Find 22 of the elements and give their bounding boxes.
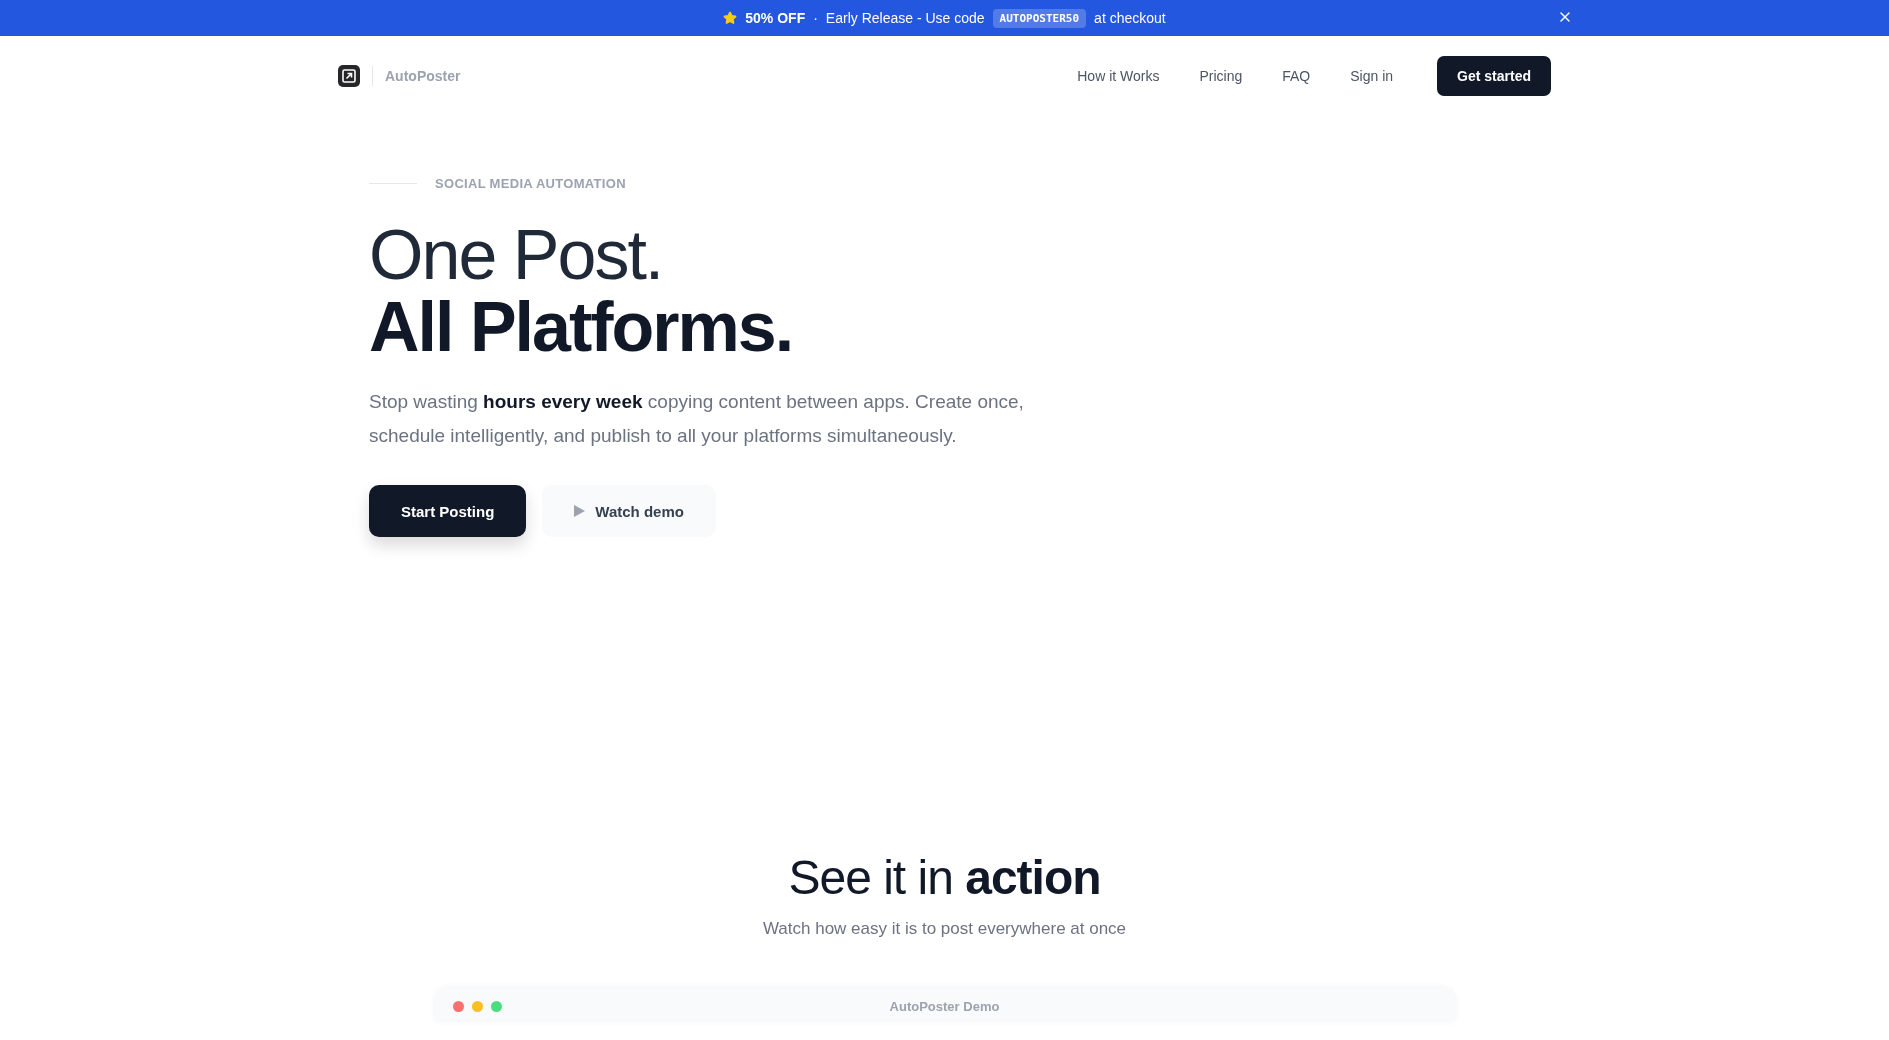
window-title: AutoPoster Demo <box>889 999 1000 1014</box>
play-icon <box>574 505 586 517</box>
section-title: See it in action <box>788 850 1101 905</box>
get-started-button[interactable]: Get started <box>1437 56 1551 96</box>
headline: All Platforms. <box>369 291 794 363</box>
section-subtitle: Watch how easy it is to post everywhere at once <box>762 919 1127 939</box>
nav-link[interactable]: How it Works <box>1077 68 1160 84</box>
watch-demo-button[interactable]: Watch demo <box>542 485 716 537</box>
banner-text: Early Release - Use code <box>825 10 985 26</box>
banner-text: at checkout <box>1094 10 1166 26</box>
separator: · <box>813 10 818 26</box>
nav-link[interactable]: FAQ <box>1282 68 1311 84</box>
star-icon <box>723 11 738 25</box>
nav-link[interactable]: Pricing <box>1199 68 1243 84</box>
promo-code: AUTOPOSTER50 <box>992 8 1087 28</box>
hero-description: Stop wasting hours every week copying content between apps. Create once, schedule intelligently, and publish to all your platforms simultaneously. <box>369 390 1025 448</box>
start-posting-button[interactable]: Start Posting <box>369 485 527 537</box>
headline: One Post. <box>369 219 664 291</box>
discount-text: 50% OFF <box>745 10 806 26</box>
nav-link[interactable]: Sign in <box>1350 68 1394 84</box>
eyebrow-label: SOCIAL MEDIA AUTOMATION <box>435 176 626 191</box>
logo-icon[interactable] <box>338 65 360 87</box>
